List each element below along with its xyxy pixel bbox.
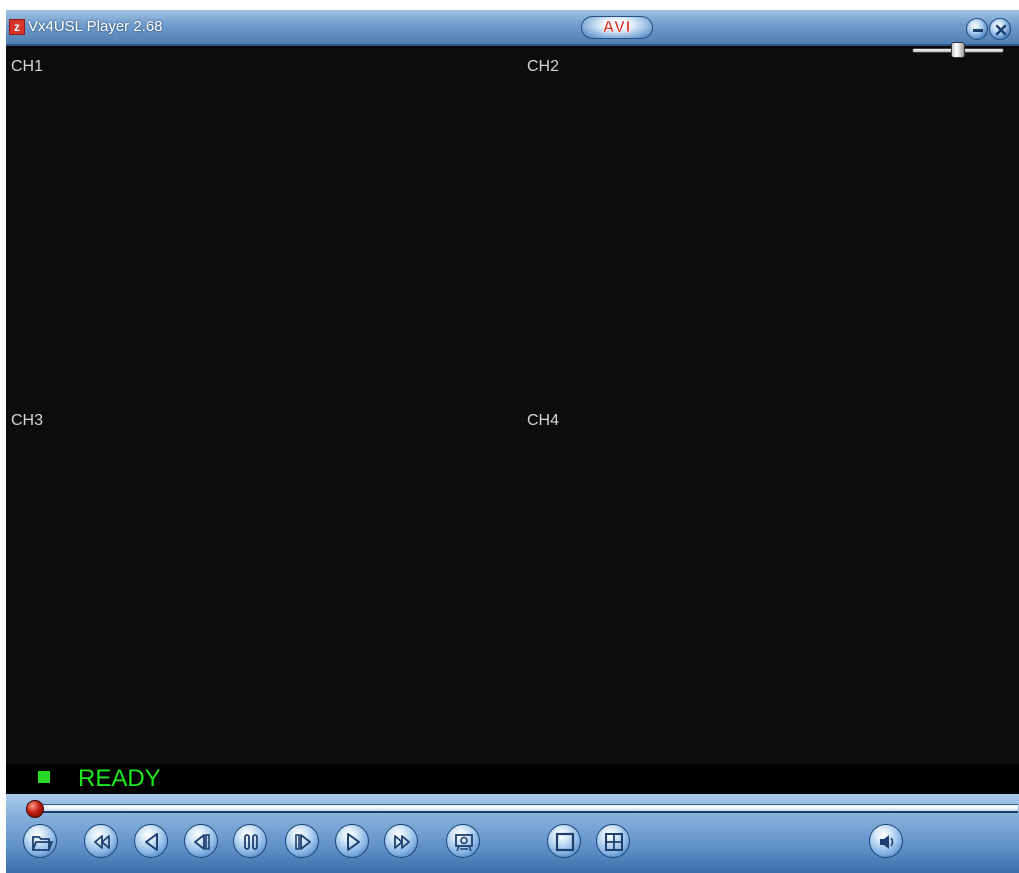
minimize-icon (973, 29, 983, 32)
title-bar[interactable]: z Vx4USL Player 2.68 AVI (6, 10, 1019, 46)
close-icon (995, 24, 1007, 36)
video-grid[interactable]: CH1 CH2 CH3 CH4 (6, 46, 1019, 764)
single-view-icon (555, 832, 575, 852)
format-badge[interactable]: AVI (581, 16, 653, 39)
status-bar: READY (6, 764, 1019, 794)
channel-1-view[interactable]: CH1 (6, 46, 512, 405)
single-view-button[interactable] (547, 824, 581, 858)
fast-rewind-button[interactable] (84, 824, 118, 858)
play-reverse-button[interactable] (134, 824, 168, 858)
fast-forward-icon (394, 835, 410, 849)
app-logo-icon[interactable]: z (9, 19, 25, 35)
open-folder-icon (32, 836, 54, 851)
speaker-icon (880, 835, 894, 849)
window-title: Vx4USL Player 2.68 (28, 18, 163, 35)
status-indicator-icon (38, 771, 50, 783)
close-button[interactable] (989, 18, 1011, 40)
channel-1-label: CH1 (11, 58, 44, 75)
channel-2-label: CH2 (527, 58, 560, 75)
channel-4-view[interactable]: CH4 (512, 405, 1019, 764)
pause-icon (244, 834, 258, 850)
seek-knob[interactable] (26, 800, 44, 818)
status-text: READY (78, 765, 161, 792)
step-forward-button[interactable] (285, 824, 319, 858)
pause-button[interactable] (233, 824, 267, 858)
channel-4-label: CH4 (527, 412, 560, 429)
format-badge-label: AVI (602, 19, 632, 37)
snapshot-icon (455, 834, 473, 852)
step-forward-icon (295, 834, 311, 850)
play-reverse-icon (145, 833, 158, 851)
step-back-icon (194, 834, 210, 850)
channel-3-view[interactable]: CH3 (6, 405, 512, 764)
volume-slider-knob[interactable] (951, 42, 965, 58)
seek-bar[interactable] (28, 804, 1018, 813)
minimize-button[interactable] (966, 18, 988, 40)
step-back-button[interactable] (184, 824, 218, 858)
play-button[interactable] (335, 824, 369, 858)
channel-2-view[interactable]: CH2 (512, 46, 1019, 405)
quad-view-button[interactable] (596, 824, 630, 858)
fast-forward-button[interactable] (384, 824, 418, 858)
snapshot-button[interactable] (446, 824, 480, 858)
fast-rewind-icon (94, 835, 110, 849)
quad-view-icon (605, 833, 623, 851)
open-file-button[interactable] (23, 824, 57, 858)
play-icon (347, 833, 360, 851)
channel-3-label: CH3 (11, 412, 44, 429)
volume-button[interactable] (869, 824, 903, 858)
control-bar (6, 794, 1019, 873)
